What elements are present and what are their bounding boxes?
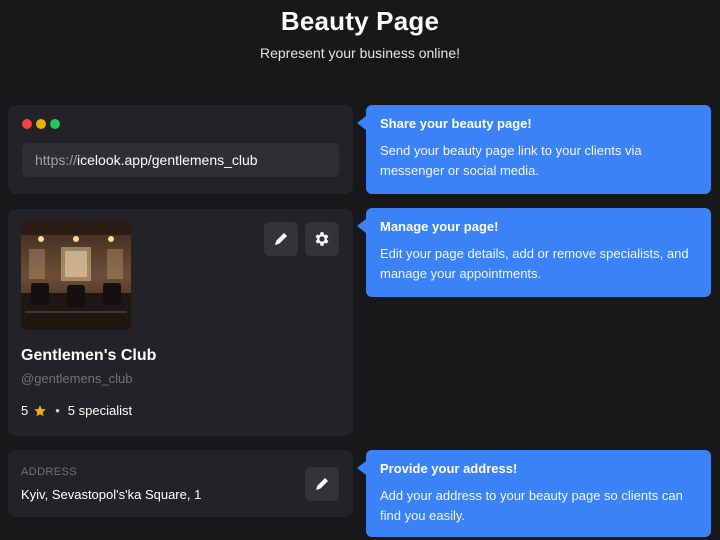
page-subtitle: Represent your business online! bbox=[259, 45, 460, 61]
url-preview-card: https://icelook.app/gentlemens_club bbox=[8, 105, 353, 194]
specialist-count: 5 specialist bbox=[67, 403, 133, 418]
page-url-field[interactable]: https://icelook.app/gentlemens_club bbox=[22, 143, 339, 177]
tip-address-title: Provide your address! bbox=[380, 461, 518, 476]
address-label: ADDRESS bbox=[21, 466, 77, 478]
page-title: Beauty Page bbox=[280, 6, 440, 36]
gear-icon bbox=[315, 232, 329, 246]
tip-address: Provide your address! Add your address t… bbox=[357, 450, 711, 537]
profile-card: Gentlemen's Club @gentlemens_club 5 • 5 … bbox=[8, 209, 353, 436]
minimize-dot-icon bbox=[36, 119, 46, 129]
salon-handle: @gentlemens_club bbox=[21, 371, 133, 386]
tip-manage-title: Manage your page! bbox=[380, 219, 499, 234]
close-dot-icon bbox=[22, 119, 32, 129]
page-header: Beauty Page Represent your business onli… bbox=[0, 6, 720, 61]
address-value: Kyiv, Sevastopol's'ka Square, 1 bbox=[21, 487, 202, 502]
edit-profile-button[interactable] bbox=[264, 222, 298, 256]
salon-name: Gentlemen's Club bbox=[21, 347, 157, 364]
rating-value: 5 bbox=[21, 403, 29, 418]
tip-manage: Manage your page! Edit your page details… bbox=[357, 208, 711, 297]
edit-address-button[interactable] bbox=[305, 467, 339, 501]
separator-dot: • bbox=[55, 403, 60, 418]
tip-manage-body: Edit your page details, add or remove sp… bbox=[380, 246, 689, 281]
url-protocol: https:// bbox=[35, 152, 78, 168]
tip-share: Share your beauty page! Send your beauty… bbox=[357, 105, 711, 194]
tip-address-body: Add your address to your beauty page so … bbox=[380, 488, 683, 523]
address-card: ADDRESS Kyiv, Sevastopol's'ka Square, 1 bbox=[8, 450, 353, 517]
tip-share-body: Send your beauty page link to your clien… bbox=[380, 143, 642, 178]
salon-photo bbox=[21, 221, 131, 330]
pencil-icon bbox=[275, 233, 287, 245]
settings-button[interactable] bbox=[305, 222, 339, 256]
url-path: icelook.app/gentlemens_club bbox=[77, 152, 258, 168]
window-controls bbox=[22, 119, 60, 129]
tip-share-title: Share your beauty page! bbox=[380, 116, 532, 131]
star-icon bbox=[34, 404, 47, 416]
pencil-icon bbox=[316, 478, 328, 490]
barbershop-interior-photo bbox=[21, 221, 131, 330]
maximize-dot-icon bbox=[50, 119, 60, 129]
salon-stats: 5 • 5 specialist bbox=[21, 403, 132, 418]
